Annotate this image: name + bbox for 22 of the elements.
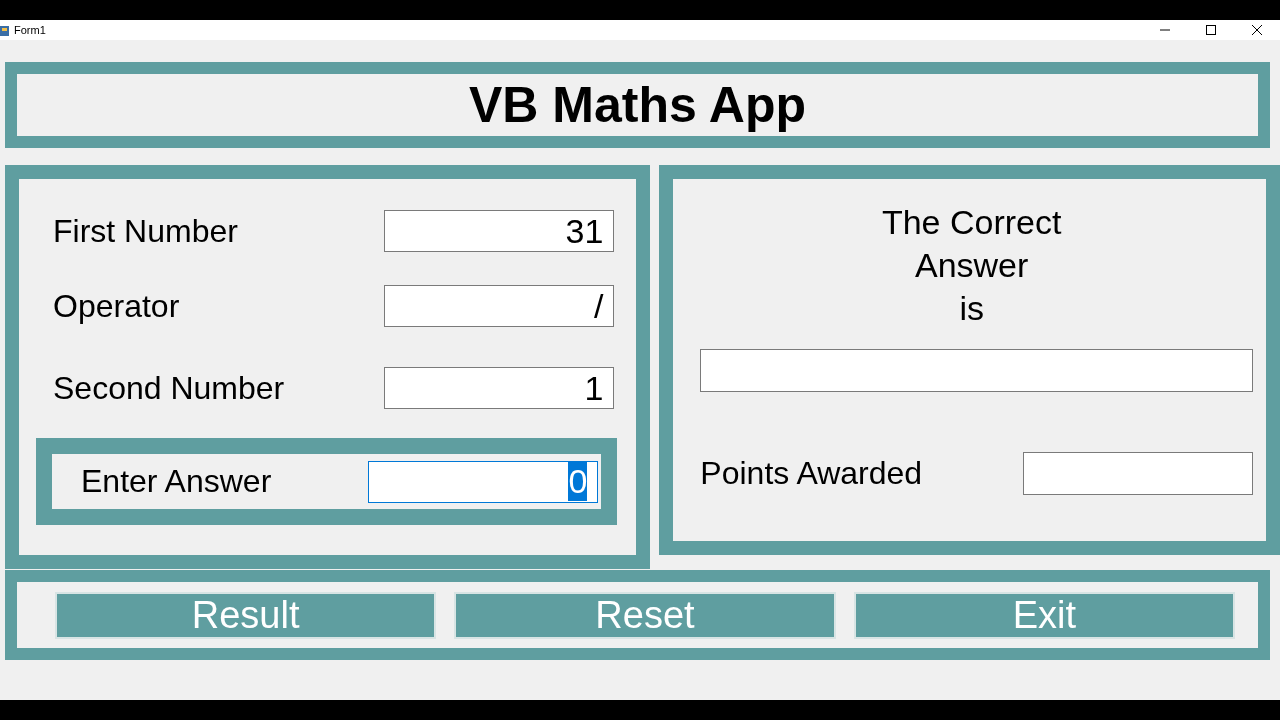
field-label: Points Awarded bbox=[700, 455, 923, 492]
answer-output-field[interactable] bbox=[700, 349, 1253, 392]
heading-line: is bbox=[958, 288, 985, 329]
maximize-icon bbox=[1206, 25, 1216, 35]
field-label: Second Number bbox=[53, 369, 285, 407]
input-field[interactable]: / bbox=[384, 285, 615, 327]
points-field[interactable] bbox=[1023, 452, 1253, 495]
input-field[interactable]: 31 bbox=[384, 210, 615, 252]
app-icon bbox=[0, 24, 9, 36]
close-icon bbox=[1252, 25, 1262, 35]
window-title: Form1 bbox=[14, 24, 46, 36]
heading-line: Answer bbox=[913, 245, 1030, 286]
heading-line: The Correct bbox=[881, 202, 1062, 243]
field-label: Operator bbox=[53, 287, 180, 325]
action-button[interactable]: Reset bbox=[454, 591, 836, 639]
action-button[interactable]: Exit bbox=[853, 591, 1235, 639]
app-title: VB Maths App bbox=[468, 76, 806, 134]
field-label: First Number bbox=[53, 212, 238, 250]
field-label: Enter Answer bbox=[81, 463, 272, 500]
input-field[interactable]: 1 bbox=[384, 367, 615, 409]
answer-field[interactable]: 0 bbox=[368, 460, 599, 503]
action-button[interactable]: Result bbox=[55, 591, 437, 639]
